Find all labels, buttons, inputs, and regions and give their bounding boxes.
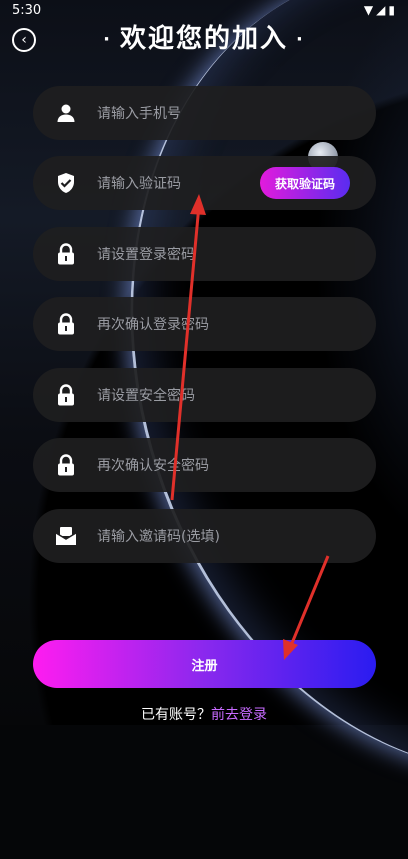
lock-icon: [55, 243, 77, 265]
page-title: · 欢迎您的加入 ·: [0, 18, 408, 55]
login-password-field[interactable]: 请设置登录密码: [33, 227, 376, 281]
user-icon: [55, 102, 77, 124]
lock-icon: [55, 313, 77, 335]
status-time: 5:30: [12, 3, 42, 18]
login-prompt: 已有账号？前去登录: [0, 704, 408, 724]
login-prompt-text: 已有账号？: [141, 707, 211, 723]
confirm-security-password-placeholder: 再次确认安全密码: [97, 458, 209, 474]
security-password-placeholder: 请设置安全密码: [97, 388, 195, 404]
status-icons: ▼◢▮: [364, 3, 398, 17]
title-text: 欢迎您的加入: [119, 24, 288, 54]
login-password-placeholder: 请设置登录密码: [97, 247, 195, 263]
verification-code-field[interactable]: 请输入验证码 获取验证码: [33, 156, 376, 210]
phone-field[interactable]: 请输入手机号: [33, 86, 376, 140]
title-dot-right: ·: [296, 29, 305, 50]
security-password-field[interactable]: 请设置安全密码: [33, 368, 376, 422]
wifi-icon: ▼: [363, 3, 377, 17]
invite-code-field[interactable]: 请输入邀请码(选填): [33, 509, 376, 563]
code-placeholder: 请输入验证码: [97, 176, 181, 192]
mail-icon: [55, 525, 77, 547]
confirm-login-password-placeholder: 再次确认登录密码: [97, 317, 209, 333]
confirm-security-password-field[interactable]: 再次确认安全密码: [33, 438, 376, 492]
battery-icon: ▮: [388, 3, 398, 17]
phone-placeholder: 请输入手机号: [97, 106, 181, 122]
lock-icon: [55, 384, 77, 406]
confirm-login-password-field[interactable]: 再次确认登录密码: [33, 297, 376, 351]
go-login-link[interactable]: 前去登录: [211, 707, 267, 723]
invite-code-placeholder: 请输入邀请码(选填): [97, 529, 220, 545]
title-dot-left: ·: [103, 29, 112, 50]
shield-check-icon: [55, 172, 77, 194]
get-code-button[interactable]: 获取验证码: [259, 167, 350, 199]
lock-icon: [55, 454, 77, 476]
signal-icon: ◢: [376, 3, 389, 17]
register-button[interactable]: 注册: [33, 640, 376, 688]
